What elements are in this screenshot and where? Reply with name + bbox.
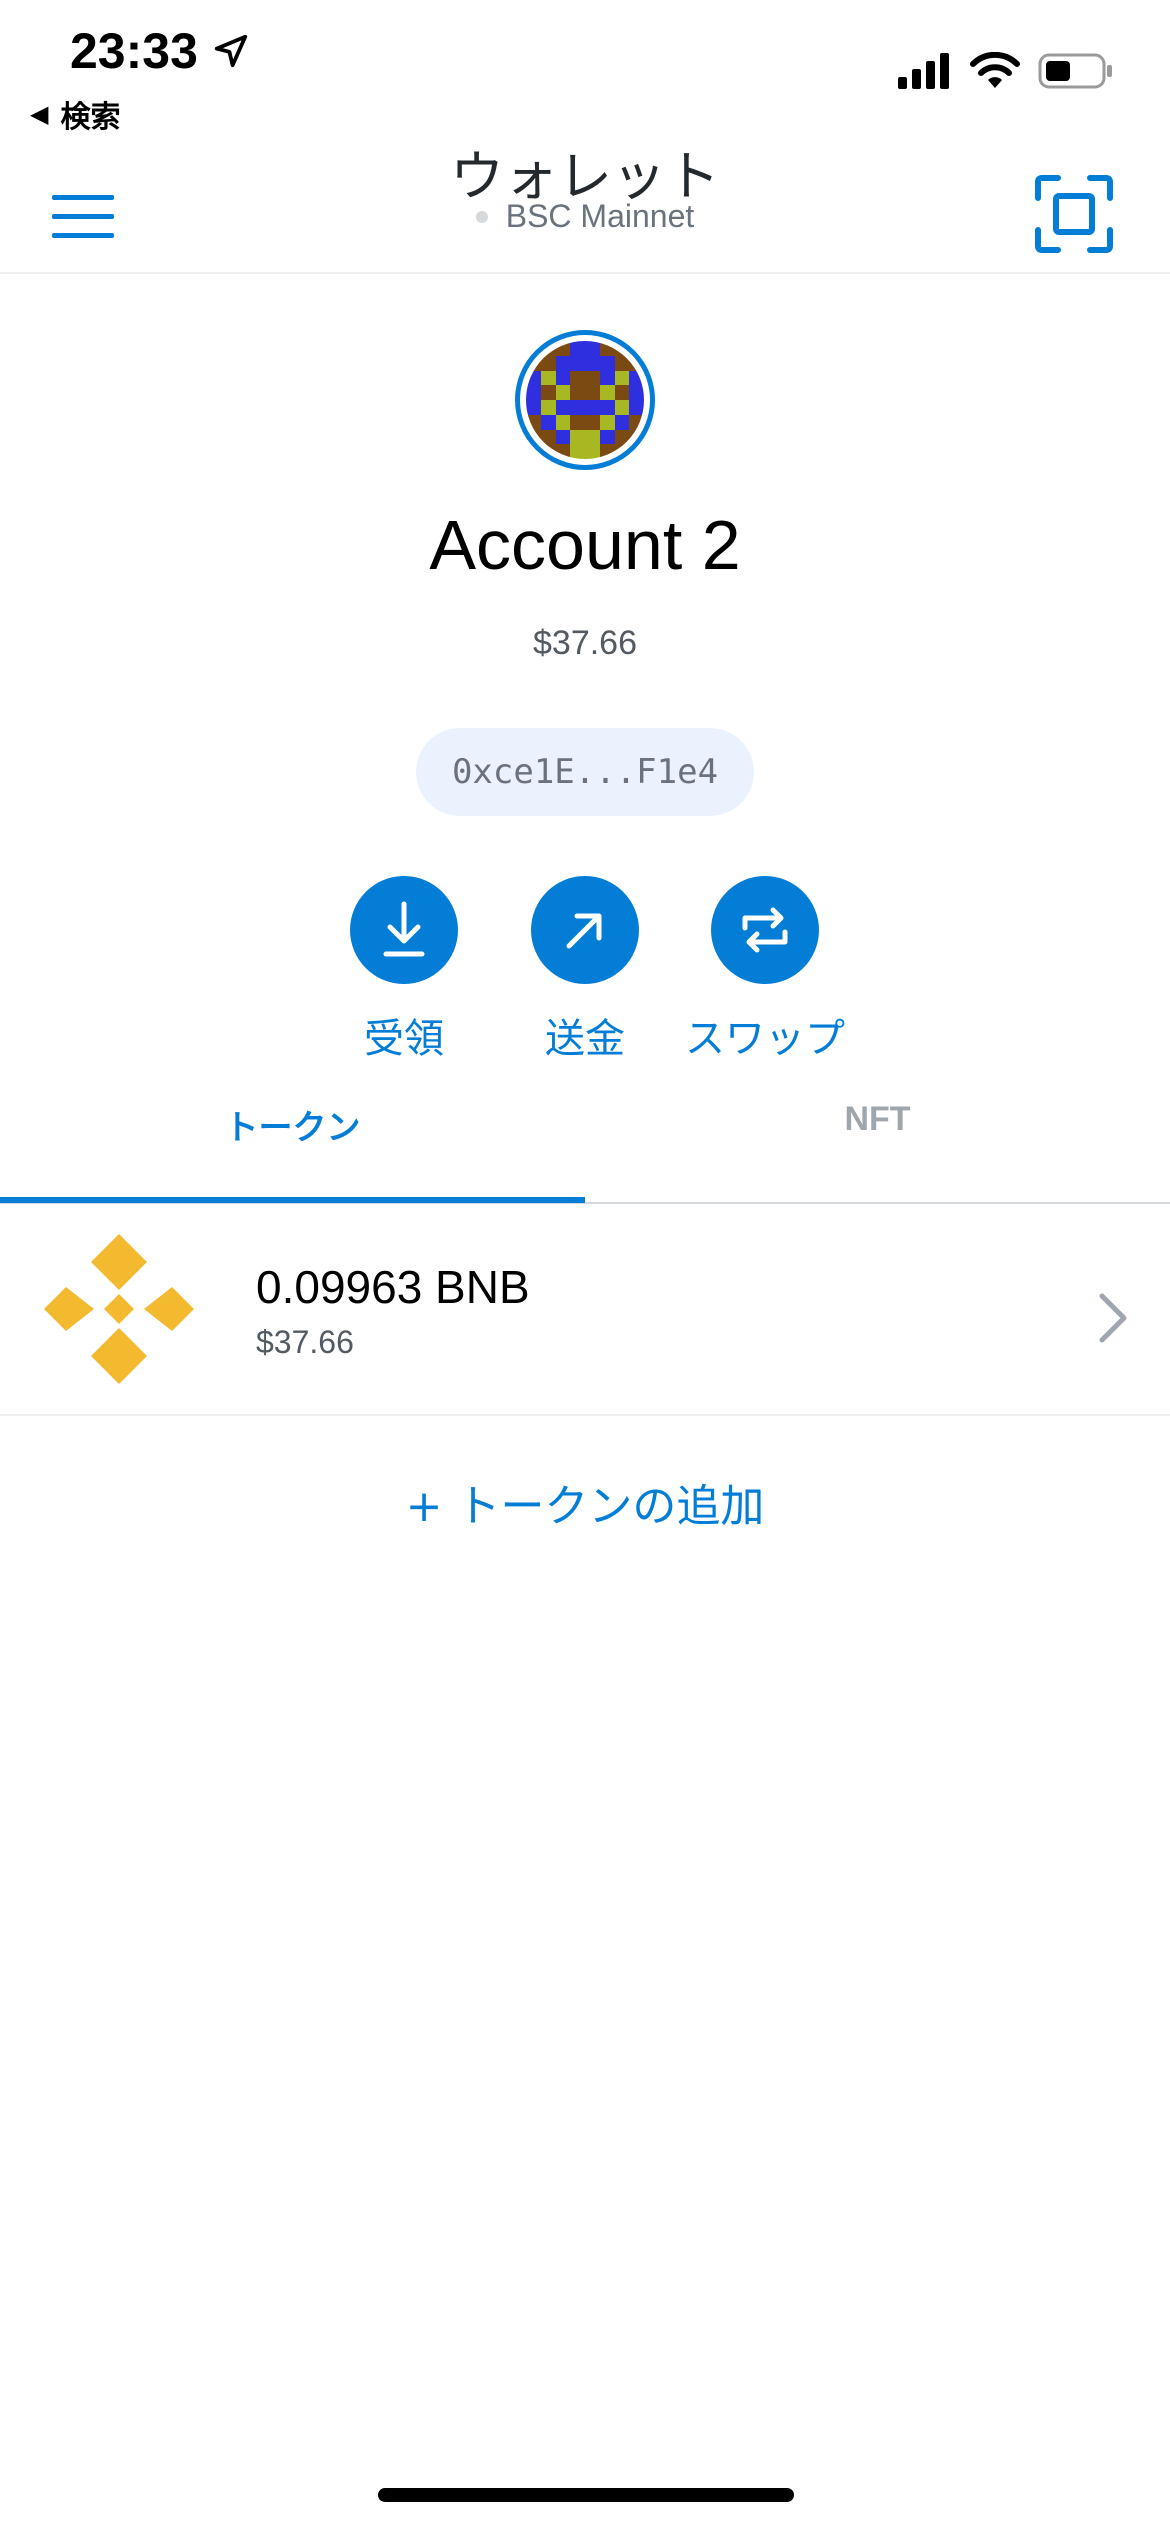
account-address: 0xce1E...F1e4 xyxy=(451,752,719,792)
token-row-bnb[interactable]: 0.09963 BNB $37.66 xyxy=(0,1206,1170,1416)
token-amount: 0.09963 BNB xyxy=(256,1261,530,1313)
send-button[interactable]: 送金 xyxy=(485,876,685,1064)
network-label: BSC Mainnet xyxy=(505,198,695,234)
tab-nft[interactable]: NFT xyxy=(585,1100,1170,1139)
active-tab-indicator xyxy=(0,1197,585,1203)
network-status-dot xyxy=(475,210,488,223)
tab-tokens[interactable]: トークン xyxy=(0,1100,585,1149)
account-avatar[interactable] xyxy=(515,330,655,470)
wallet-screen: 23:33 ◀ 検索 ウォレット BSC Mainnet Account 2 $… xyxy=(0,0,1170,2532)
status-indicators xyxy=(898,52,1114,90)
bnb-logo-icon xyxy=(44,1234,194,1384)
download-icon xyxy=(383,901,425,957)
back-triangle-icon: ◀ xyxy=(30,100,49,128)
wifi-icon xyxy=(970,52,1020,88)
account-balance: $37.66 xyxy=(533,624,637,662)
battery-icon xyxy=(1038,53,1112,89)
identicon xyxy=(526,341,644,459)
chevron-right-icon xyxy=(1099,1293,1127,1343)
qr-scan-icon[interactable] xyxy=(1034,174,1114,254)
location-arrow-icon xyxy=(214,34,248,68)
token-fiat-value: $37.66 xyxy=(256,1324,354,1360)
network-selector[interactable]: BSC Mainnet xyxy=(0,198,1170,235)
send-arrow-icon xyxy=(566,913,602,949)
back-app-label: 検索 xyxy=(60,100,121,135)
token-row-divider xyxy=(0,1414,1170,1416)
status-time: 23:33 xyxy=(70,22,250,80)
account-address-button[interactable]: 0xce1E...F1e4 xyxy=(416,728,754,816)
add-token-link[interactable]: + トークンの追加 xyxy=(0,1470,1170,1534)
status-time-text: 23:33 xyxy=(70,23,198,79)
swap-icon xyxy=(742,907,788,953)
swap-label: スワップ xyxy=(685,1016,845,1062)
account-name[interactable]: Account 2 xyxy=(0,505,1170,585)
back-to-app[interactable]: ◀ 検索 xyxy=(30,92,120,136)
receive-button[interactable]: 受領 xyxy=(304,876,504,1064)
cellular-signal-icon xyxy=(898,53,949,89)
receive-label: 受領 xyxy=(364,1016,444,1062)
home-indicator xyxy=(378,2488,794,2502)
swap-button[interactable]: スワップ xyxy=(665,876,865,1064)
send-label: 送金 xyxy=(545,1016,625,1062)
header-divider xyxy=(0,272,1170,274)
